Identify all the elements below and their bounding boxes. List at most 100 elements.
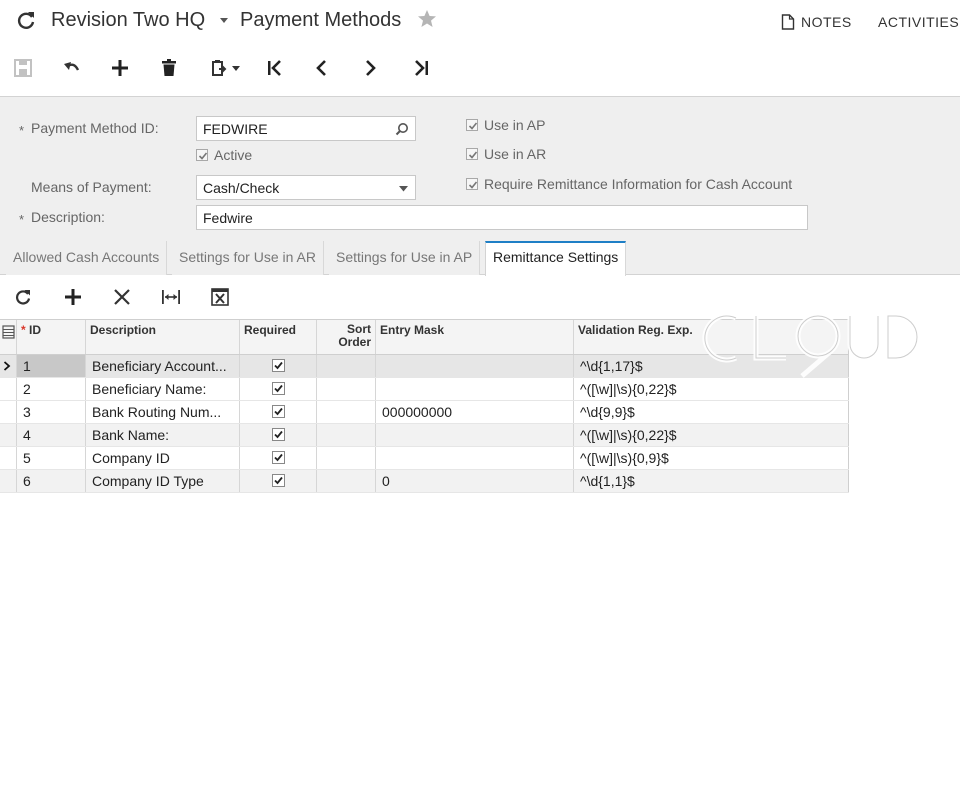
- activities-link[interactable]: ACTIVITIES: [878, 14, 959, 30]
- cell-description[interactable]: Beneficiary Name:: [86, 378, 240, 400]
- cell-validation[interactable]: ^([\w]|\s){0,22}$: [574, 424, 849, 446]
- checkbox-icon[interactable]: [271, 382, 285, 395]
- cell-description[interactable]: Bank Name:: [86, 424, 240, 446]
- cell-entry-mask[interactable]: [376, 355, 574, 377]
- header-description[interactable]: Description: [86, 320, 240, 354]
- use-in-ar-checkbox[interactable]: Use in AR: [466, 146, 546, 162]
- cell-sort-order[interactable]: [317, 378, 376, 400]
- tab-remittance-settings[interactable]: Remittance Settings: [485, 241, 627, 276]
- chevron-down-icon[interactable]: [219, 17, 229, 25]
- clipboard-icon[interactable]: [208, 56, 244, 80]
- use-in-ar-label: Use in AR: [484, 146, 547, 162]
- cell-description[interactable]: Company ID Type: [86, 470, 240, 492]
- cell-validation[interactable]: ^([\w]|\s){0,9}$: [574, 447, 849, 469]
- table-row[interactable]: 2 Beneficiary Name: ^([\w]|\s){0,22}$: [0, 378, 849, 401]
- cell-id[interactable]: 2: [17, 378, 86, 400]
- next-icon[interactable]: [358, 56, 382, 80]
- cell-sort-order[interactable]: [317, 447, 376, 469]
- means-of-payment-select[interactable]: Cash/Check: [196, 175, 416, 200]
- cell-validation[interactable]: ^\d{1,1}$: [574, 470, 849, 492]
- payment-method-id-field[interactable]: FEDWIRE: [196, 116, 416, 141]
- row-selector[interactable]: [0, 401, 17, 423]
- cell-entry-mask[interactable]: 0: [376, 470, 574, 492]
- cell-required[interactable]: [240, 424, 317, 446]
- cell-id[interactable]: 3: [17, 401, 86, 423]
- cell-entry-mask[interactable]: [376, 447, 574, 469]
- tab-settings-for-use-in-ap[interactable]: Settings for Use in AP: [329, 241, 481, 275]
- header-id-label: ID: [29, 323, 42, 337]
- fit-columns-icon[interactable]: [159, 285, 183, 309]
- description-field[interactable]: Fedwire: [196, 205, 808, 230]
- search-icon[interactable]: [395, 122, 409, 136]
- refresh-icon[interactable]: [11, 285, 35, 309]
- header-required[interactable]: Required: [240, 320, 317, 354]
- header-entry-mask[interactable]: Entry Mask: [376, 320, 574, 354]
- checkbox-icon[interactable]: [271, 474, 285, 487]
- cell-id[interactable]: 1: [17, 355, 86, 377]
- plus-icon[interactable]: [61, 285, 85, 309]
- cell-required[interactable]: [240, 355, 317, 377]
- row-selector[interactable]: [0, 378, 17, 400]
- company-selector[interactable]: Revision Two HQ: [51, 9, 205, 32]
- cell-validation[interactable]: ^\d{9,9}$: [574, 401, 849, 423]
- table-row[interactable]: 5 Company ID ^([\w]|\s){0,9}$: [0, 447, 849, 470]
- cell-description[interactable]: Bank Routing Num...: [86, 401, 240, 423]
- previous-icon[interactable]: [310, 56, 334, 80]
- required-mark: *: [21, 323, 26, 337]
- header-sort-order[interactable]: Sort Order: [317, 320, 376, 354]
- header-id[interactable]: * ID: [17, 320, 86, 354]
- first-record-icon[interactable]: [263, 56, 287, 80]
- remittance-grid: * ID Description Required Sort Order Entr…: [0, 319, 849, 493]
- notes-link[interactable]: NOTES: [781, 14, 852, 30]
- tab-settings-for-use-in-ar[interactable]: Settings for Use in AR: [172, 241, 324, 275]
- save-icon[interactable]: [11, 56, 35, 80]
- columns-icon[interactable]: [2, 325, 15, 339]
- trash-icon[interactable]: [157, 56, 181, 80]
- cell-validation[interactable]: ^\d{1,17}$: [574, 355, 849, 377]
- cell-entry-mask[interactable]: [376, 424, 574, 446]
- cell-id[interactable]: 6: [17, 470, 86, 492]
- checkbox-icon[interactable]: [271, 451, 285, 464]
- plus-icon[interactable]: [108, 56, 132, 80]
- row-selector[interactable]: [0, 424, 17, 446]
- cell-entry-mask[interactable]: [376, 378, 574, 400]
- cell-description[interactable]: Company ID: [86, 447, 240, 469]
- cell-validation[interactable]: ^([\w]|\s){0,22}$: [574, 378, 849, 400]
- checkbox-icon[interactable]: [271, 405, 285, 418]
- refresh-icon[interactable]: [14, 8, 38, 32]
- row-selector[interactable]: [0, 355, 17, 377]
- checkbox-icon[interactable]: [271, 359, 285, 372]
- column-chooser-cell[interactable]: [0, 320, 17, 354]
- cell-id[interactable]: 4: [17, 424, 86, 446]
- table-row[interactable]: 4 Bank Name: ^([\w]|\s){0,22}$: [0, 424, 849, 447]
- undo-icon[interactable]: [60, 56, 84, 80]
- star-icon[interactable]: [417, 9, 437, 29]
- row-selector[interactable]: [0, 447, 17, 469]
- table-row[interactable]: 1 Beneficiary Account... ^\d{1,17}$: [0, 355, 849, 378]
- table-row[interactable]: 6 Company ID Type 0 ^\d{1,1}$: [0, 470, 849, 493]
- excel-icon[interactable]: [208, 285, 232, 309]
- checkbox-icon[interactable]: [271, 428, 285, 441]
- cell-required[interactable]: [240, 470, 317, 492]
- grid-header: * ID Description Required Sort Order Entr…: [0, 319, 849, 355]
- use-in-ap-checkbox[interactable]: Use in AP: [466, 117, 545, 133]
- active-checkbox[interactable]: Active: [196, 147, 252, 163]
- cell-id[interactable]: 5: [17, 447, 86, 469]
- cell-required[interactable]: [240, 447, 317, 469]
- cell-sort-order[interactable]: [317, 401, 376, 423]
- cell-required[interactable]: [240, 378, 317, 400]
- cell-entry-mask[interactable]: 000000000: [376, 401, 574, 423]
- require-remittance-checkbox[interactable]: Require Remittance Information for Cash …: [466, 176, 792, 192]
- document-icon: [781, 14, 795, 30]
- header-validation[interactable]: Validation Reg. Exp.: [574, 320, 849, 354]
- cell-required[interactable]: [240, 401, 317, 423]
- cell-description[interactable]: Beneficiary Account...: [86, 355, 240, 377]
- cell-sort-order[interactable]: [317, 424, 376, 446]
- last-record-icon[interactable]: [409, 56, 433, 80]
- cell-sort-order[interactable]: [317, 470, 376, 492]
- tab-allowed-cash-accounts[interactable]: Allowed Cash Accounts: [6, 241, 168, 275]
- cell-sort-order[interactable]: [317, 355, 376, 377]
- row-selector[interactable]: [0, 470, 17, 492]
- table-row[interactable]: 3 Bank Routing Num... 000000000 ^\d{9,9}…: [0, 401, 849, 424]
- close-icon[interactable]: [110, 285, 134, 309]
